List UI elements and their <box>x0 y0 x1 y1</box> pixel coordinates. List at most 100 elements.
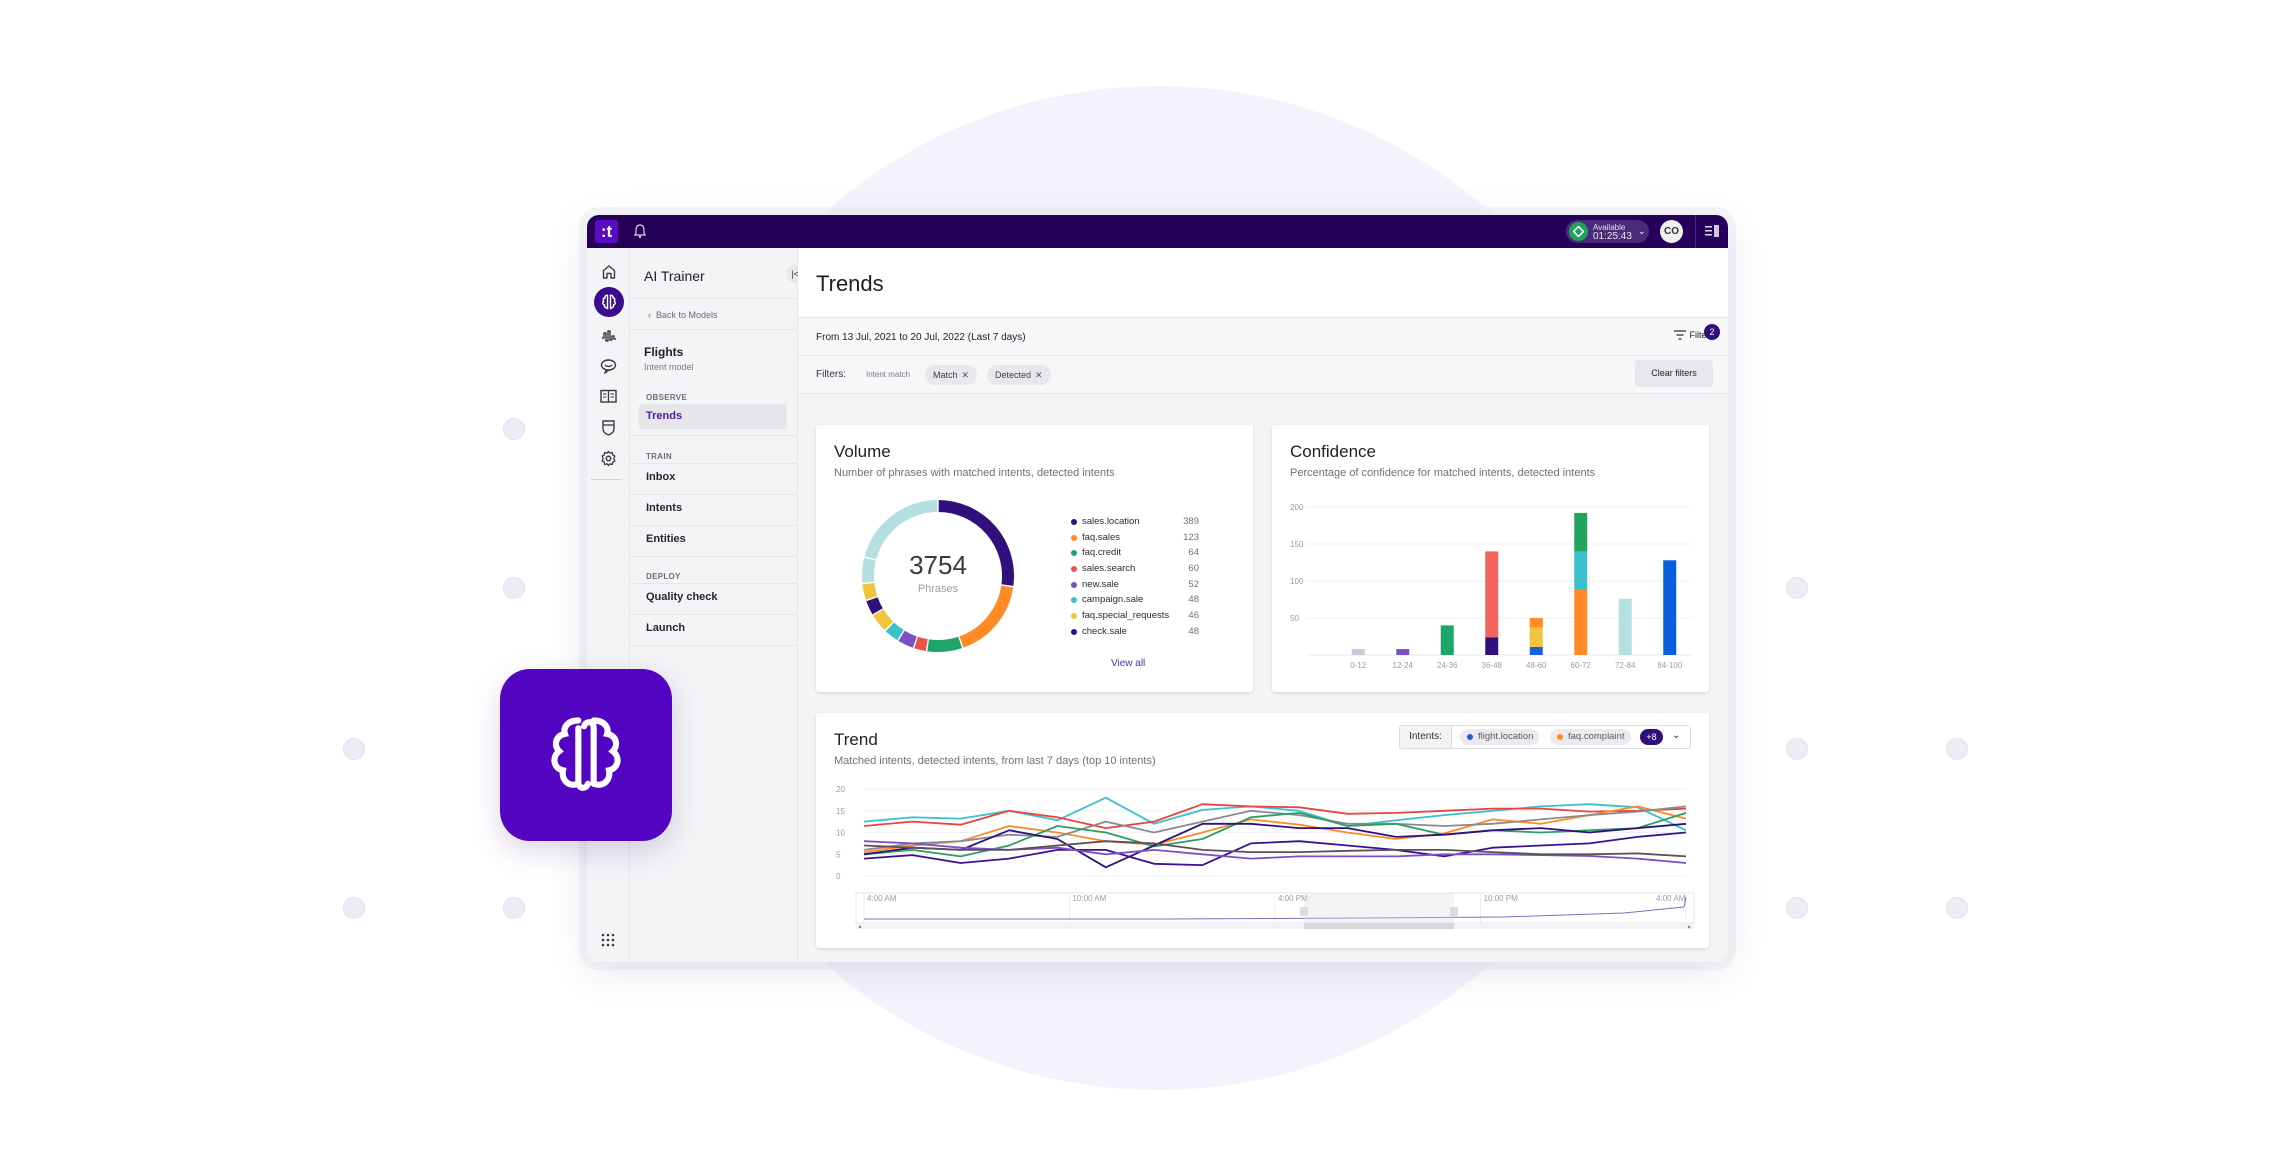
side-panel-toggle-icon[interactable] <box>1704 224 1720 238</box>
ai-trainer-brain-icon[interactable] <box>594 287 624 317</box>
settings-gear-icon[interactable] <box>598 448 619 469</box>
agent-status-dropdown[interactable]: Available 01:25:43 ⌄ <box>1566 220 1649 243</box>
scroll-right-arrow-icon[interactable]: ▸ <box>1688 925 1691 931</box>
knowledge-book-icon[interactable] <box>598 386 619 407</box>
bar-segment-60-72[interactable] <box>1574 551 1588 590</box>
legend-value: 60 <box>1188 563 1199 575</box>
back-to-models-link[interactable]: ‹ Back to Models <box>648 310 718 320</box>
nav-item-quality-check[interactable]: Quality check <box>646 591 718 603</box>
legend-value: 64 <box>1188 547 1199 559</box>
bar-segment-48-60[interactable] <box>1529 646 1543 655</box>
filter-chip-detected[interactable]: Detected ✕ <box>987 365 1051 385</box>
donut-segment-faq.special_requests[interactable] <box>873 609 894 631</box>
user-avatar[interactable]: CO <box>1660 220 1683 243</box>
donut-segment-check.sale[interactable] <box>866 597 883 615</box>
clear-filters-button[interactable]: Clear filters <box>1635 360 1713 387</box>
filters-button[interactable]: Filters 2 <box>1673 324 1720 340</box>
legend-item[interactable]: faq.sales 123 <box>1071 531 1199 547</box>
legend-dot <box>1071 566 1077 573</box>
donut-segment-sales.search[interactable] <box>914 636 928 652</box>
legend-dot <box>1071 613 1077 620</box>
navigator-selection[interactable] <box>1304 893 1454 923</box>
chat-bot-icon[interactable] <box>598 355 619 376</box>
nav-item-inbox[interactable]: Inbox <box>646 471 675 483</box>
brain-icon <box>551 717 621 791</box>
legend-dot <box>1071 519 1077 525</box>
navigator-right-handle[interactable] <box>1450 907 1458 916</box>
scroll-left-arrow-icon[interactable]: ◂ <box>858 925 861 931</box>
legend-name: check.sale <box>1082 625 1127 637</box>
y-tick-label: 10 <box>836 829 845 838</box>
notification-bell-icon[interactable] <box>631 222 649 240</box>
intent-color-dot <box>1467 734 1473 740</box>
home-icon[interactable] <box>598 261 619 282</box>
intents-multiselect[interactable]: Intents: flight.location faq.complaint +… <box>1399 725 1691 749</box>
view-all-link[interactable]: View all <box>1111 658 1145 669</box>
navigator-scrollbar-thumb[interactable] <box>1304 923 1454 929</box>
legend-item[interactable]: new.sale 52 <box>1071 578 1199 594</box>
app-logo[interactable]: :t <box>595 220 618 243</box>
y-tick-label: 100 <box>1290 577 1304 586</box>
bar-segment-48-60[interactable] <box>1529 627 1543 647</box>
nav-item-intents[interactable]: Intents <box>646 502 682 514</box>
legend-item[interactable]: sales.location 389 <box>1071 515 1199 531</box>
nav-item-launch[interactable]: Launch <box>646 622 685 634</box>
intent-chip[interactable]: flight.location <box>1460 729 1540 745</box>
legend-name: faq.sales <box>1082 531 1121 543</box>
legend-item[interactable]: check.sale 48 <box>1071 625 1199 641</box>
date-range-bar: From 13 Jul, 2021 to 20 Jul, 2022 (Last … <box>798 318 1728 356</box>
chevron-down-icon[interactable]: ⌄ <box>1672 730 1680 741</box>
trend-series-gray[interactable] <box>863 805 1687 851</box>
legend-value: 52 <box>1188 578 1199 590</box>
y-tick-label: 5 <box>836 850 841 859</box>
navigator-left-handle[interactable] <box>1300 907 1308 916</box>
active-filters-bar: Filters: Intent match Match ✕ Detected ✕ C… <box>798 356 1728 394</box>
legend-name: campaign.sale <box>1082 594 1144 606</box>
waveform-icon[interactable] <box>598 325 619 346</box>
close-icon[interactable]: ✕ <box>962 370 970 380</box>
divider <box>630 298 798 299</box>
intent-chip[interactable]: faq.complaint <box>1550 729 1631 745</box>
divider <box>630 525 798 526</box>
shield-icon[interactable] <box>598 417 619 438</box>
legend-dot <box>1071 628 1077 635</box>
donut-segment-new.sale[interactable] <box>898 630 917 648</box>
x-tick-label: 36-48 <box>1482 661 1503 670</box>
bar-segment-60-72[interactable] <box>1574 512 1588 552</box>
bar-segment-24-36[interactable] <box>1440 625 1454 655</box>
date-range[interactable]: From 13 Jul, 2021 to 20 Jul, 2022 (Last … <box>816 332 1026 343</box>
divider <box>630 435 798 436</box>
nav-item-trends[interactable]: Trends <box>639 404 787 429</box>
legend-item[interactable]: faq.credit 64 <box>1071 546 1199 562</box>
donut-segment-campaign.sale[interactable] <box>885 622 904 641</box>
ai-trainer-app-icon <box>500 669 672 841</box>
card-title: Volume <box>834 442 891 461</box>
filter-chip-match[interactable]: Match ✕ <box>925 365 978 385</box>
close-icon[interactable]: ✕ <box>1035 370 1043 380</box>
x-tick-label: 60-72 <box>1571 661 1592 670</box>
legend-item[interactable]: faq.special_requests 46 <box>1071 609 1199 625</box>
legend-item[interactable]: sales.search 60 <box>1071 562 1199 578</box>
bar-segment-84-100[interactable] <box>1663 560 1677 655</box>
intent-chip-label: faq.complaint <box>1568 731 1625 742</box>
bar-segment-12-24[interactable] <box>1396 649 1410 655</box>
navigator-scrollbar-track[interactable] <box>856 923 1694 929</box>
bar-segment-60-72[interactable] <box>1574 589 1588 655</box>
legend-value: 46 <box>1188 610 1199 622</box>
legend-name: sales.location <box>1082 516 1140 527</box>
legend-item[interactable]: campaign.sale 48 <box>1071 593 1199 609</box>
section-deploy: DEPLOY <box>646 572 681 581</box>
nav-item-entities[interactable]: Entities <box>646 533 686 545</box>
page-header: Trends <box>798 248 1728 318</box>
bar-segment-36-48[interactable] <box>1485 551 1499 638</box>
bar-segment-48-60[interactable] <box>1529 618 1543 628</box>
bar-segment-0-12[interactable] <box>1351 649 1365 655</box>
apps-grid-icon[interactable] <box>601 933 615 947</box>
x-tick-label: 48-60 <box>1526 661 1547 670</box>
donut-segment-faq.credit[interactable] <box>927 636 963 652</box>
divider <box>630 614 798 615</box>
bar-segment-72-84[interactable] <box>1618 598 1632 655</box>
more-intents-badge[interactable]: +8 <box>1640 729 1663 745</box>
bar-segment-36-48[interactable] <box>1485 637 1499 655</box>
decor-dot <box>343 897 365 919</box>
